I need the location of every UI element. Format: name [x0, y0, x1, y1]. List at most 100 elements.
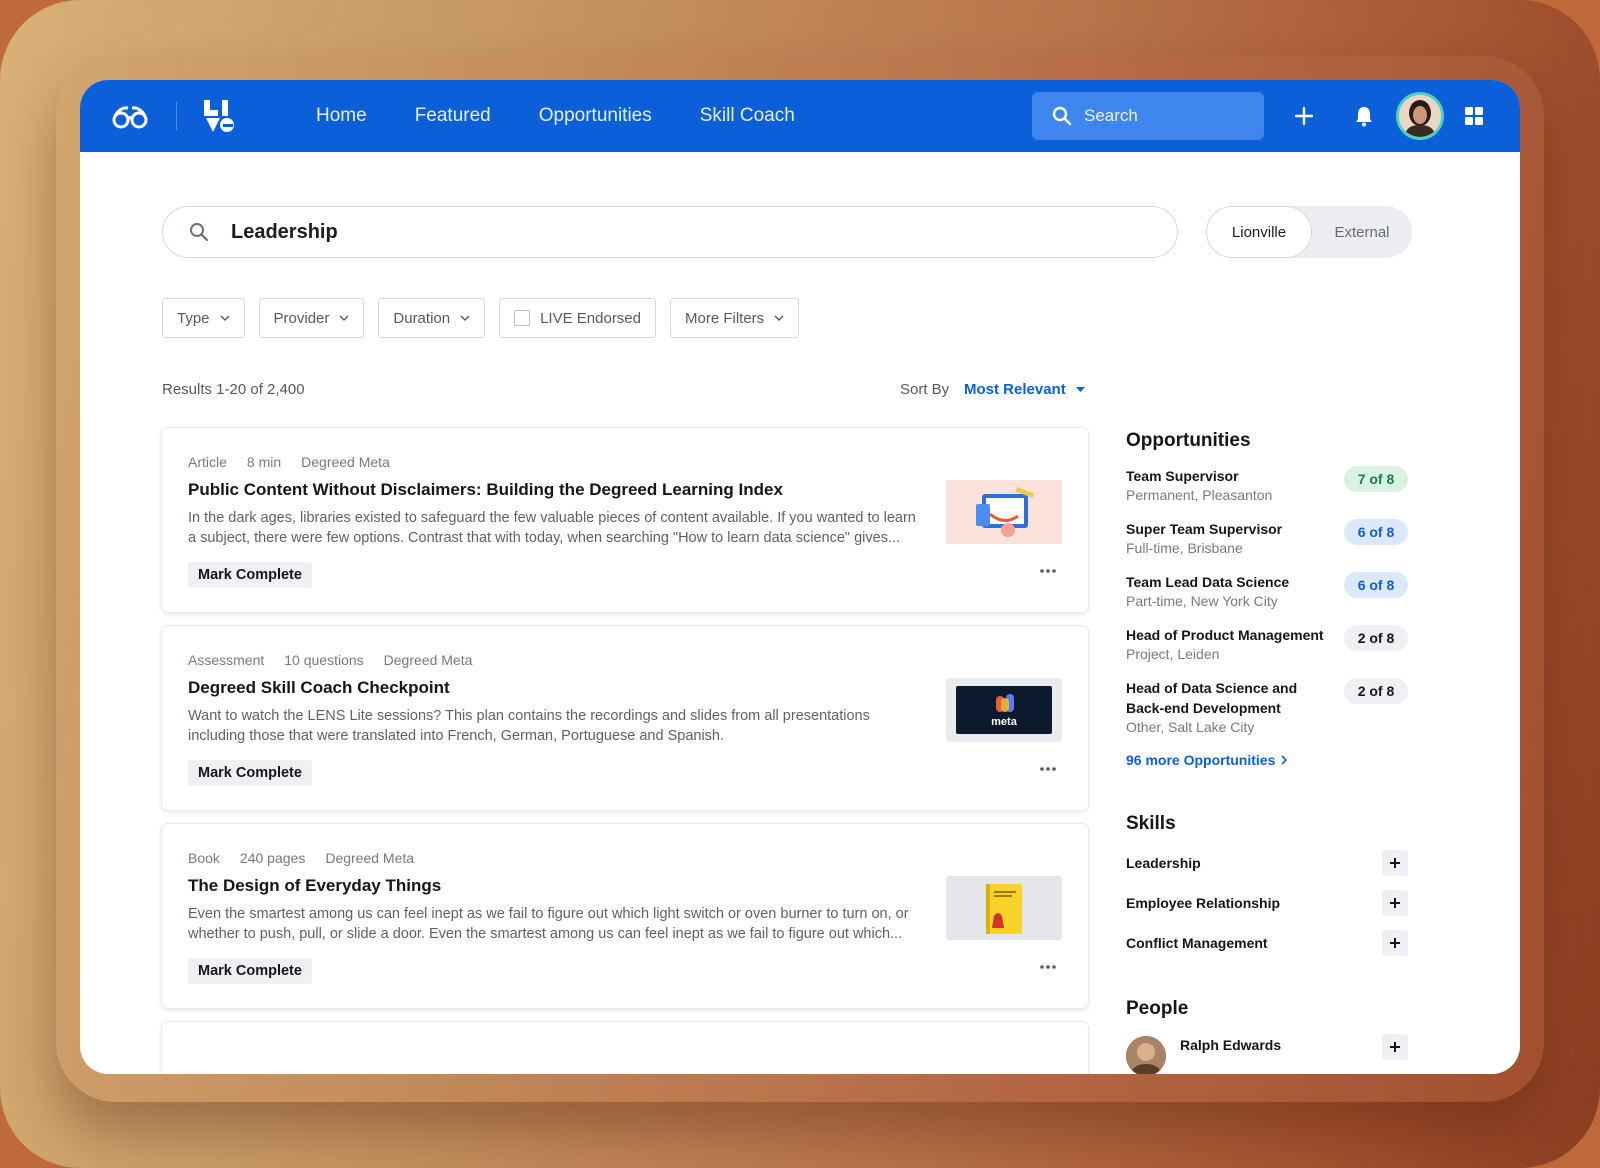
opportunity-subtitle: Full-time, Brisbane: [1126, 540, 1243, 556]
match-badge: 6 of 8: [1344, 519, 1408, 545]
skill-name[interactable]: Leadership: [1126, 855, 1201, 871]
add-skill-button[interactable]: [1382, 930, 1408, 956]
bell-icon[interactable]: [1352, 104, 1376, 128]
card-provider: Degreed Meta: [325, 850, 415, 866]
add-person-button[interactable]: [1382, 1034, 1408, 1060]
chevron-down-icon: [339, 315, 349, 321]
card-provider: Degreed Meta: [383, 652, 473, 668]
card-title[interactable]: Degreed Skill Coach Checkpoint: [188, 678, 450, 698]
logo-separator: [176, 102, 177, 130]
skills-heading: Skills: [1126, 813, 1176, 834]
person-name[interactable]: Ralph Edwards: [1180, 1037, 1281, 1053]
nav-home[interactable]: Home: [316, 105, 367, 127]
more-opportunities-label: 96 more Opportunities: [1126, 752, 1276, 768]
result-card[interactable]: Book 240 pages Degreed Meta The Design o…: [162, 824, 1088, 1008]
add-skill-button[interactable]: [1382, 850, 1408, 876]
main-search-input[interactable]: [231, 220, 1131, 244]
sort-label: Sort By: [900, 381, 950, 398]
nav-opportunities[interactable]: Opportunities: [539, 105, 652, 127]
filter-provider[interactable]: Provider: [258, 298, 365, 338]
search-icon: [1052, 106, 1072, 126]
illustration-icon: [976, 487, 1035, 537]
caret-down-icon: [1075, 386, 1085, 392]
opportunity-subtitle: Project, Leiden: [1126, 646, 1220, 662]
app-window: Home Featured Opportunities Skill Coach: [80, 80, 1520, 1074]
meta-logo-icon: [996, 694, 1014, 712]
more-options-icon[interactable]: [1038, 766, 1058, 772]
opportunity-subtitle: Other, Salt Lake City: [1126, 719, 1255, 735]
chevron-down-icon: [220, 315, 230, 321]
filter-label: More Filters: [685, 309, 765, 327]
nav-skill-coach[interactable]: Skill Coach: [700, 105, 795, 127]
opportunity-title[interactable]: Head of Product Management: [1126, 625, 1330, 645]
plus-icon[interactable]: [1292, 104, 1316, 128]
add-skill-button[interactable]: [1382, 890, 1408, 916]
card-thumbnail[interactable]: [946, 876, 1062, 940]
match-badge: 2 of 8: [1344, 678, 1408, 704]
sort-value: Most Relevant: [964, 381, 1066, 398]
avatar-portrait-icon: [1399, 95, 1441, 137]
filter-label: Provider: [273, 309, 330, 327]
chevron-right-icon: [1281, 755, 1288, 765]
sort-dropdown[interactable]: Most Relevant: [964, 381, 1085, 398]
more-options-icon[interactable]: [1038, 568, 1058, 574]
card-thumbnail[interactable]: meta: [946, 678, 1062, 742]
card-thumbnail[interactable]: [946, 480, 1062, 544]
card-meta: Assessment 10 questions Degreed Meta: [188, 652, 472, 668]
card-title[interactable]: The Design of Everyday Things: [188, 876, 441, 896]
mark-complete-button[interactable]: Mark Complete: [188, 760, 312, 786]
person-portrait-icon: [1126, 1036, 1166, 1074]
people-heading: People: [1126, 998, 1189, 1019]
filter-duration[interactable]: Duration: [378, 298, 486, 338]
match-badge: 6 of 8: [1344, 572, 1408, 598]
match-badge: 7 of 8: [1344, 466, 1408, 492]
opportunity-subtitle: Permanent, Pleasanton: [1126, 487, 1273, 503]
card-title[interactable]: Public Content Without Disclaimers: Buil…: [188, 480, 783, 500]
opportunity-title[interactable]: Team Supervisor: [1126, 466, 1330, 486]
card-meta: Book 240 pages Degreed Meta: [188, 850, 414, 866]
opportunity-title[interactable]: Super Team Supervisor: [1126, 519, 1330, 539]
more-opportunities-link[interactable]: 96 more Opportunities: [1126, 752, 1288, 768]
plus-icon: [1390, 1042, 1400, 1052]
filter-more[interactable]: More Filters: [670, 298, 800, 338]
opportunity-title[interactable]: Team Lead Data Science: [1126, 572, 1330, 592]
apps-grid-icon[interactable]: [1464, 106, 1484, 126]
top-search-input[interactable]: [1084, 106, 1244, 126]
scope-option-lionville[interactable]: Lionville: [1206, 206, 1312, 258]
search-icon: [190, 223, 209, 242]
lionville-logo-icon[interactable]: [202, 98, 234, 134]
filter-type[interactable]: Type: [162, 298, 245, 338]
person-avatar[interactable]: [1126, 1036, 1166, 1074]
result-card[interactable]: Assessment 10 questions Degreed Meta Deg…: [162, 626, 1088, 810]
card-description: Want to watch the LENS Lite sessions? Th…: [188, 708, 870, 744]
top-search-box[interactable]: [1032, 92, 1264, 140]
mark-complete-button[interactable]: Mark Complete: [188, 562, 312, 588]
top-nav-bar: Home Featured Opportunities Skill Coach: [80, 80, 1520, 152]
card-provider: Degreed Meta: [301, 454, 390, 470]
mark-complete-button[interactable]: Mark Complete: [188, 958, 312, 984]
chevron-down-icon: [774, 315, 784, 321]
opportunities-heading: Opportunities: [1126, 430, 1251, 451]
result-card[interactable]: [162, 1022, 1088, 1074]
more-options-icon[interactable]: [1038, 964, 1058, 970]
match-badge: 2 of 8: [1344, 625, 1408, 651]
result-card[interactable]: Article 8 min Degreed Meta Public Conten…: [162, 428, 1088, 612]
chevron-down-icon: [460, 315, 470, 321]
glasses-logo-icon[interactable]: [112, 102, 148, 130]
nav-featured[interactable]: Featured: [415, 105, 491, 127]
card-duration: 10 questions: [284, 652, 364, 668]
card-type: Book: [188, 850, 220, 866]
plus-icon: [1390, 898, 1400, 908]
filter-live-endorsed[interactable]: LIVE Endorsed: [499, 298, 656, 338]
skill-name[interactable]: Conflict Management: [1126, 935, 1268, 951]
user-avatar[interactable]: [1396, 92, 1444, 140]
main-search-box[interactable]: [162, 206, 1178, 258]
scope-option-external[interactable]: External: [1312, 206, 1412, 258]
skill-name[interactable]: Employee Relationship: [1126, 895, 1280, 911]
card-duration: 240 pages: [239, 850, 306, 866]
opportunity-title[interactable]: Head of Data Science and Back-end Develo…: [1126, 678, 1330, 718]
plus-icon: [1390, 938, 1400, 948]
thumbnail-dark-panel: meta: [956, 686, 1052, 734]
filter-label: Duration: [393, 309, 451, 327]
live-endorsed-checkbox[interactable]: [514, 310, 531, 326]
